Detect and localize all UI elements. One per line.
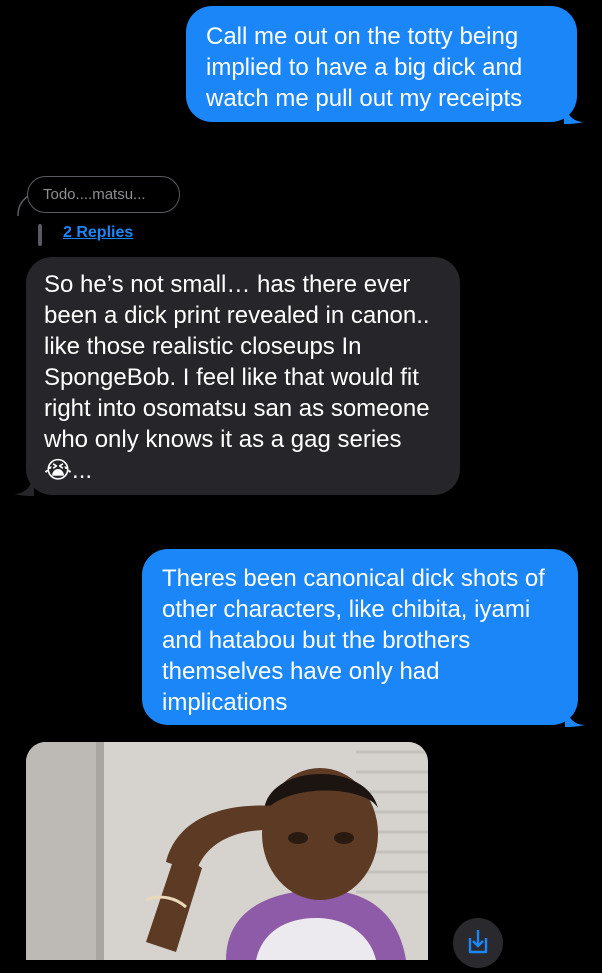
- incoming-message[interactable]: So he’s not small… has there ever been a…: [26, 257, 460, 495]
- message-text: Theres been canonical dick shots of othe…: [162, 565, 545, 716]
- photo-illustration: [26, 742, 428, 960]
- reply-preview[interactable]: Todo....matsu...: [27, 176, 180, 213]
- replies-link[interactable]: 2 Replies: [63, 224, 133, 242]
- thread-line: [38, 224, 42, 246]
- save-icon: [468, 930, 488, 954]
- message-text: Call me out on the totty being implied t…: [206, 23, 523, 112]
- outgoing-message-2[interactable]: Theres been canonical dick shots of othe…: [142, 549, 578, 725]
- bubble-tail-icon: [564, 104, 584, 124]
- image-attachment[interactable]: [26, 742, 428, 960]
- outgoing-message-1[interactable]: Call me out on the totty being implied t…: [186, 6, 577, 122]
- reply-preview-text: Todo....matsu...: [43, 186, 146, 203]
- message-text: So he’s not small… has there ever been a…: [44, 271, 430, 484]
- save-button[interactable]: [453, 918, 503, 968]
- bubble-tail-icon: [565, 707, 585, 727]
- bubble-tail-icon: [14, 476, 34, 496]
